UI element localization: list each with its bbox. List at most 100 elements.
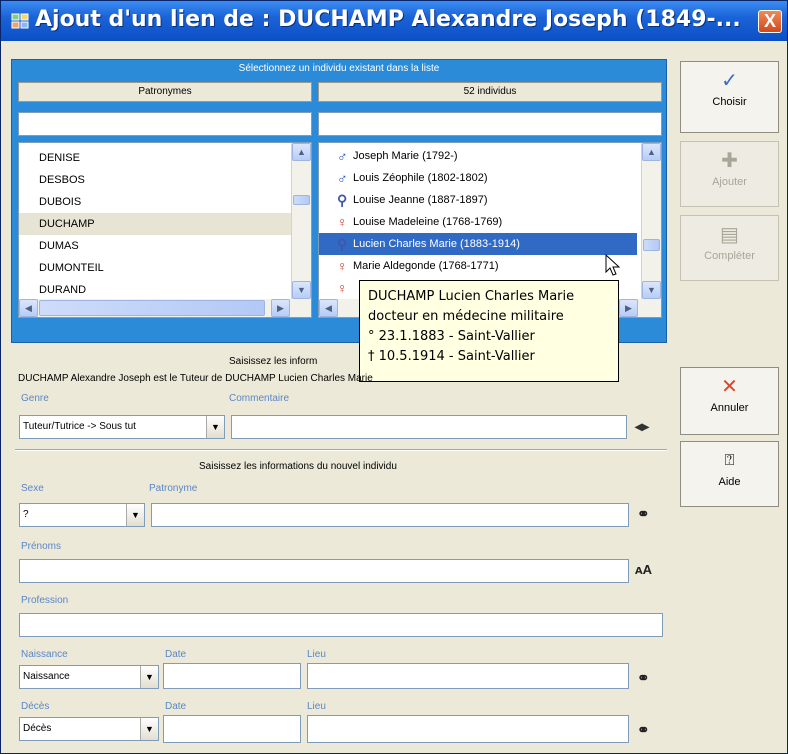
list-item[interactable]: ♂ Louis Zéophile (1802-1802) xyxy=(319,167,661,189)
check-icon: ✓ xyxy=(721,70,738,92)
list-item[interactable]: DENISE xyxy=(19,147,291,169)
individual-name: Lucien Charles Marie (1883-1914) xyxy=(353,238,520,250)
scroll-thumb[interactable] xyxy=(643,239,660,251)
scroll-up-icon[interactable]: ▲ xyxy=(292,143,311,161)
death-event-select[interactable]: Décès ▼ xyxy=(19,717,159,741)
help-button[interactable]: ⍰ Aide xyxy=(680,441,779,507)
unknown-sex-icon: ⚲ xyxy=(337,192,348,208)
scroll-down-icon[interactable]: ▼ xyxy=(292,281,311,299)
list-item[interactable]: DESBOS xyxy=(19,169,291,191)
tooltip-profession: docteur en médecine militaire xyxy=(368,309,564,324)
cancel-label: Annuler xyxy=(710,402,749,414)
binoculars-icon[interactable]: ⚭ xyxy=(637,669,650,687)
chevron-down-icon[interactable]: ▼ xyxy=(126,504,144,526)
mouse-cursor-icon xyxy=(605,254,621,276)
font-size-icon[interactable]: ᴀA xyxy=(635,562,652,577)
cancel-button[interactable]: ✕ Annuler xyxy=(680,367,779,435)
profession-label: Profession xyxy=(21,595,69,606)
individuals-column-header[interactable]: 52 individus xyxy=(318,82,662,102)
unknown-sex-icon: ⚲ xyxy=(337,236,348,252)
scroll-down-icon[interactable]: ▼ xyxy=(642,281,661,299)
window-title: Ajout d'un lien de : DUCHAMP Alexandre J… xyxy=(35,7,741,32)
list-item-selected[interactable]: ⚲ Lucien Charles Marie (1883-1914) xyxy=(319,233,637,255)
tooltip-death: † 10.5.1914 - Saint-Vallier xyxy=(368,349,535,364)
surname-column-header[interactable]: Patronymes xyxy=(18,82,312,102)
female-icon: ♀ xyxy=(337,214,348,230)
close-button[interactable]: X xyxy=(758,10,782,33)
scroll-left-icon[interactable]: ◀ xyxy=(19,299,38,317)
birth-date-label: Date xyxy=(165,649,187,660)
scroll-thumb[interactable] xyxy=(39,300,265,316)
individuals-vertical-scrollbar[interactable]: ▲ ▼ xyxy=(641,143,661,299)
individual-name: Marie Aldegonde (1768-1771) xyxy=(353,260,499,272)
list-item-selected[interactable]: DUCHAMP xyxy=(19,213,291,235)
swap-arrows-icon[interactable]: ◂▸ xyxy=(635,418,649,435)
surname-filter-input[interactable] xyxy=(18,112,312,136)
list-item[interactable]: DUMONTEIL xyxy=(19,257,291,279)
scroll-right-icon[interactable]: ▶ xyxy=(619,299,638,317)
female-icon: ♀ xyxy=(337,280,348,296)
title-bar[interactable]: Ajout d'un lien de : DUCHAMP Alexandre J… xyxy=(1,1,787,41)
individual-tooltip: DUCHAMP Lucien Charles Marie docteur en … xyxy=(359,280,619,382)
add-button[interactable]: ✚ Ajouter xyxy=(680,141,779,207)
list-item[interactable]: DUMAS xyxy=(19,235,291,257)
scroll-thumb[interactable] xyxy=(293,195,310,205)
link-description: DUCHAMP Alexandre Joseph est le Tuteur d… xyxy=(18,373,373,384)
sex-select[interactable]: ? ▼ xyxy=(19,503,145,527)
comment-input[interactable] xyxy=(231,415,627,439)
chevron-down-icon[interactable]: ▼ xyxy=(140,666,158,688)
firstname-input[interactable] xyxy=(19,559,629,583)
genre-select-value: Tuteur/Tutrice -> Sous tut xyxy=(23,421,136,432)
divider xyxy=(15,449,667,451)
male-icon: ♂ xyxy=(337,148,348,164)
birth-event-select[interactable]: Naissance ▼ xyxy=(19,665,159,689)
complete-button[interactable]: ▤ Compléter xyxy=(680,215,779,281)
birth-date-input[interactable] xyxy=(163,663,301,689)
death-date-label: Date xyxy=(165,701,187,712)
link-info-header: Saisissez les inform xyxy=(229,356,318,367)
list-item[interactable]: ♂ Joseph Marie (1792-) xyxy=(319,145,661,167)
death-date-input[interactable] xyxy=(163,715,301,743)
genre-label: Genre xyxy=(21,393,49,404)
individual-name: Louise Madeleine (1768-1769) xyxy=(353,216,503,228)
binoculars-icon[interactable]: ⚭ xyxy=(637,505,650,523)
add-label: Ajouter xyxy=(712,176,747,188)
scroll-left-icon[interactable]: ◀ xyxy=(319,299,338,317)
genre-select[interactable]: Tuteur/Tutrice -> Sous tut ▼ xyxy=(19,415,225,439)
plus-icon: ✚ xyxy=(721,150,738,172)
list-item[interactable]: DUBOIS xyxy=(19,191,291,213)
birth-event-value: Naissance xyxy=(23,671,70,682)
list-item[interactable]: ♀ Louise Madeleine (1768-1769) xyxy=(319,211,661,233)
chevron-down-icon[interactable]: ▼ xyxy=(206,416,224,438)
female-icon: ♀ xyxy=(337,258,348,274)
tooltip-name: DUCHAMP Lucien Charles Marie xyxy=(368,289,575,304)
surname-label: Patronyme xyxy=(149,483,198,494)
list-item[interactable]: ⚲ Louise Jeanne (1887-1897) xyxy=(319,189,661,211)
scroll-up-icon[interactable]: ▲ xyxy=(642,143,661,161)
firstname-label: Prénoms xyxy=(21,541,62,552)
surname-input[interactable] xyxy=(151,503,629,527)
birth-place-input[interactable] xyxy=(307,663,629,689)
individual-name: Louis Zéophile (1802-1802) xyxy=(353,172,488,184)
death-place-input[interactable] xyxy=(307,715,629,743)
surname-vertical-scrollbar[interactable]: ▲ ▼ xyxy=(291,143,311,299)
choose-button[interactable]: ✓ Choisir xyxy=(680,61,779,133)
death-event-value: Décès xyxy=(23,723,52,734)
chevron-down-icon[interactable]: ▼ xyxy=(140,718,158,740)
form-icon: ▤ xyxy=(720,224,739,246)
comment-label: Commentaire xyxy=(229,393,290,404)
profession-input[interactable] xyxy=(19,613,663,637)
surname-list[interactable]: DENISE DESBOS DUBOIS DUCHAMP DUMAS DUMON… xyxy=(18,142,312,318)
individual-filter-input[interactable] xyxy=(318,112,662,136)
list-item[interactable]: DURAND xyxy=(19,279,291,301)
surname-horizontal-scrollbar[interactable]: ◀ ▶ xyxy=(19,299,311,317)
app-icon xyxy=(11,13,29,29)
dialog-window: Ajout d'un lien de : DUCHAMP Alexandre J… xyxy=(0,0,788,754)
birth-label: Naissance xyxy=(21,649,68,660)
individual-name: Joseph Marie (1792-) xyxy=(353,150,458,162)
x-icon: ✕ xyxy=(721,376,738,398)
individual-name: Louise Jeanne (1887-1897) xyxy=(353,194,488,206)
new-individual-header: Saisissez les informations du nouvel ind… xyxy=(199,461,397,472)
scroll-right-icon[interactable]: ▶ xyxy=(271,299,290,317)
binoculars-icon[interactable]: ⚭ xyxy=(637,721,650,739)
